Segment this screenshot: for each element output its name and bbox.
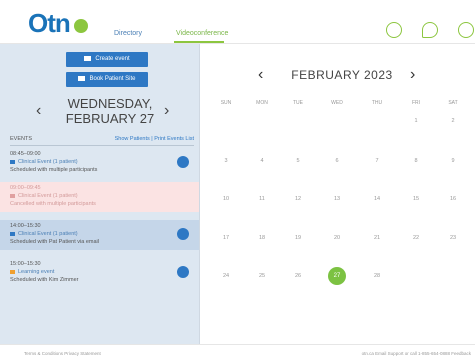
building-icon [78,75,86,81]
previous-day-button[interactable]: ‹ [36,102,41,120]
settings-icon[interactable] [386,22,402,38]
calendar-today[interactable]: 27 [328,267,346,285]
logo-badge [74,19,88,33]
event-time: 08:45–09:00 [10,151,41,157]
events-links[interactable]: Show Patients | Print Events List [115,136,194,142]
event-item[interactable]: 14:00–15:30 Clinical Event (1 patient) S… [0,220,199,250]
logo-text: Otn [28,8,71,38]
day-of-week-header: WED [331,100,343,106]
book-patient-site-label: Book Patient Site [89,76,136,82]
event-time: 15:00–15:30 [10,261,41,267]
event-name-text: Clinical Event (1 patient) [18,193,78,199]
phone-icon[interactable] [177,228,189,240]
footer-links[interactable]: Terms & Conditions Privacy Statement [24,351,101,356]
event-name: Clinical Event (1 patient) [10,159,78,165]
event-status: Scheduled with Kim Zimmer [10,277,79,283]
event-item[interactable]: 08:45–09:00 Clinical Event (1 patient) S… [0,148,199,178]
month-calendar: ‹ FEBRUARY 2023 › SUN MON TUE WED THU FRI SAT 1… [200,44,475,344]
calendar-date[interactable]: 24 [216,273,236,279]
user-icon[interactable] [458,22,474,38]
calendar-date[interactable]: 20 [327,235,347,241]
event-item[interactable]: 09:00–09:45 Clinical Event (1 patient) C… [0,182,199,212]
calendar-date[interactable]: 18 [252,235,272,241]
event-name: Learning event [10,269,54,275]
calendar-date[interactable]: 3 [216,158,236,164]
event-status: Cancelled with multiple participants [10,201,96,207]
clinical-event-icon [10,193,15,198]
nav-directory[interactable]: Directory [114,30,142,37]
calendar-date[interactable]: 8 [406,158,426,164]
book-patient-site-button[interactable]: Book Patient Site [66,72,148,87]
create-event-button[interactable]: Create event [66,52,148,67]
calendar-date[interactable]: 9 [443,158,463,164]
events-label: EVENTS [10,136,33,142]
next-day-button[interactable]: › [164,102,169,120]
calendar-date[interactable]: 22 [406,235,426,241]
calendar-date[interactable]: 19 [288,235,308,241]
clinical-event-icon [10,231,15,236]
day-of-week-header: TUE [293,100,303,106]
calendar-date[interactable]: 21 [367,235,387,241]
day-of-week-header: MON [256,100,268,106]
event-status: Scheduled with Pat Patient via email [10,239,99,245]
video-camera-icon [84,55,92,61]
calendar-date[interactable]: 26 [288,273,308,279]
nav-videoconference[interactable]: Videoconference [176,30,228,37]
events-sidebar: Create event Book Patient Site ‹ WEDNESD… [0,44,200,344]
event-name-text: Learning event [18,269,55,275]
phone-icon[interactable] [177,266,189,278]
calendar-date[interactable]: 4 [252,158,272,164]
calendar-date[interactable]: 10 [216,196,236,202]
active-tab-indicator [174,41,224,43]
calendar-date[interactable]: 2 [443,118,463,124]
month-title: FEBRUARY 2023 [291,68,393,82]
event-status: Scheduled with multiple participants [10,167,98,173]
event-time: 09:00–09:45 [10,185,41,191]
event-name: Clinical Event (1 patient) [10,231,78,237]
calendar-date[interactable]: 6 [327,158,347,164]
event-item[interactable]: 15:00–15:30 Learning event Scheduled wit… [0,258,199,288]
calendar-date[interactable]: 16 [443,196,463,202]
chat-icon[interactable] [422,22,438,38]
next-month-button[interactable]: › [410,66,415,84]
month-navigator: ‹ FEBRUARY 2023 › [200,66,475,86]
calendar-date[interactable]: 15 [406,196,426,202]
calendar-date[interactable]: 11 [252,196,272,202]
day-title-date: FEBRUARY 27 [65,111,155,126]
day-navigator: ‹ WEDNESDAY, FEBRUARY 27 › [0,92,200,128]
day-of-week-header: SUN [220,100,232,106]
day-of-week-header: THU [371,100,383,106]
calendar-date[interactable]: 7 [367,158,387,164]
calendar-date[interactable]: 28 [367,273,387,279]
events-header: EVENTS Show Patients | Print Events List [10,136,194,146]
calendar-date[interactable]: 1 [406,118,426,124]
learning-event-icon [10,269,15,274]
page-footer: Terms & Conditions Privacy Statement otn… [0,344,475,360]
phone-icon[interactable] [177,156,189,168]
footer-support[interactable]: otn.ca Email Support or call 1-855-654-0… [362,351,471,356]
previous-month-button[interactable]: ‹ [258,66,263,84]
day-of-week-header: FRI [411,100,421,106]
calendar-date[interactable]: 17 [216,235,236,241]
create-event-label: Create event [95,56,130,62]
calendar-date[interactable]: 23 [443,235,463,241]
event-name: Clinical Event (1 patient) [10,193,78,199]
selected-day-title: WEDNESDAY, FEBRUARY 27 [60,96,160,126]
otn-logo[interactable]: Otn [28,8,88,38]
calendar-date[interactable]: 25 [252,273,272,279]
calendar-date[interactable]: 12 [288,196,308,202]
event-name-text: Clinical Event (1 patient) [18,231,78,237]
app-header: Otn Directory Videoconference [0,0,475,44]
event-time: 14:00–15:30 [10,223,41,229]
calendar-date[interactable]: 5 [288,158,308,164]
day-title-weekday: WEDNESDAY, [67,96,153,111]
calendar-date[interactable]: 13 [327,196,347,202]
calendar-date[interactable]: 14 [367,196,387,202]
clinical-event-icon [10,159,15,164]
event-name-text: Clinical Event (1 patient) [18,159,78,165]
day-of-week-header: SAT [448,100,458,106]
